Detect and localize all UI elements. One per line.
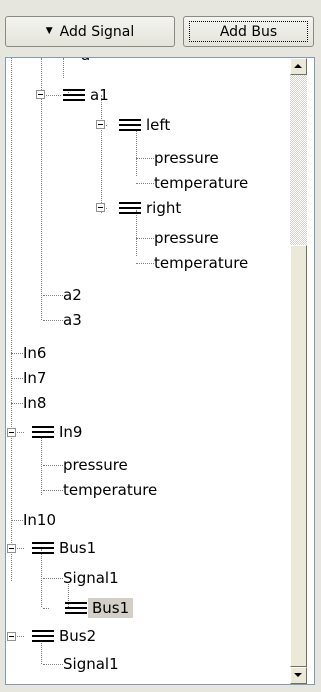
tree-node-pressure[interactable]: pressure (154, 148, 219, 168)
add-signal-label: Add Signal (59, 23, 135, 40)
dropdown-arrow-icon: ▼ (45, 25, 53, 36)
bus-icon (65, 602, 87, 614)
tree-node-in7[interactable]: In7 (23, 368, 46, 388)
tree-node-partial[interactable]: a (81, 58, 90, 65)
scroll-up-arrow-icon[interactable] (290, 58, 307, 75)
tree-node-a1[interactable]: a1 (90, 85, 109, 105)
add-bus-button[interactable]: Add Bus (183, 16, 314, 47)
signal-tree[interactable]: a a1 left pressure temperature right pre… (6, 58, 290, 684)
scroll-down-arrow-icon[interactable] (290, 667, 307, 684)
tree-node-left[interactable]: left (146, 115, 170, 135)
tree-node-right[interactable]: right (146, 198, 181, 218)
collapse-left-icon[interactable] (96, 120, 105, 129)
tree-node-bus2[interactable]: Bus2 (59, 626, 96, 646)
vertical-scrollbar[interactable] (290, 58, 307, 684)
add-signal-button[interactable]: ▼ Add Signal (5, 16, 175, 47)
collapse-bus2-icon[interactable] (7, 632, 16, 641)
tree-node-temperature[interactable]: temperature (154, 253, 248, 273)
tree-node-a2[interactable]: a2 (63, 285, 82, 305)
tree-node-a3[interactable]: a3 (63, 310, 82, 330)
bus-icon (119, 202, 141, 214)
tree-node-bus1-selected[interactable]: Bus1 (88, 598, 134, 618)
tree-node-pressure[interactable]: pressure (63, 455, 128, 475)
bus-icon (63, 89, 85, 101)
tree-node-temperature[interactable]: temperature (63, 480, 157, 500)
collapse-in9-icon[interactable] (7, 428, 16, 437)
add-bus-label: Add Bus (219, 23, 278, 40)
tree-node-in6[interactable]: In6 (23, 343, 46, 363)
tree-node-bus1[interactable]: Bus1 (59, 538, 96, 558)
collapse-right-icon[interactable] (96, 203, 105, 212)
signal-tree-panel: a a1 left pressure temperature right pre… (5, 57, 315, 685)
tree-node-temperature[interactable]: temperature (154, 173, 248, 193)
tree-node-in10[interactable]: In10 (23, 510, 56, 530)
bus-icon (32, 630, 54, 642)
tree-node-in8[interactable]: In8 (23, 393, 46, 413)
bus-icon (32, 542, 54, 554)
bus-icon (119, 119, 141, 131)
tree-node-signal1[interactable]: Signal1 (63, 568, 119, 588)
tree-node-pressure[interactable]: pressure (154, 228, 219, 248)
tree-node-in9[interactable]: In9 (59, 422, 82, 442)
collapse-a1-icon[interactable] (36, 90, 45, 99)
bus-icon (32, 426, 54, 438)
collapse-bus1-icon[interactable] (7, 544, 16, 553)
scrollbar-thumb[interactable] (290, 245, 307, 667)
tree-node-signal1[interactable]: Signal1 (63, 654, 119, 674)
